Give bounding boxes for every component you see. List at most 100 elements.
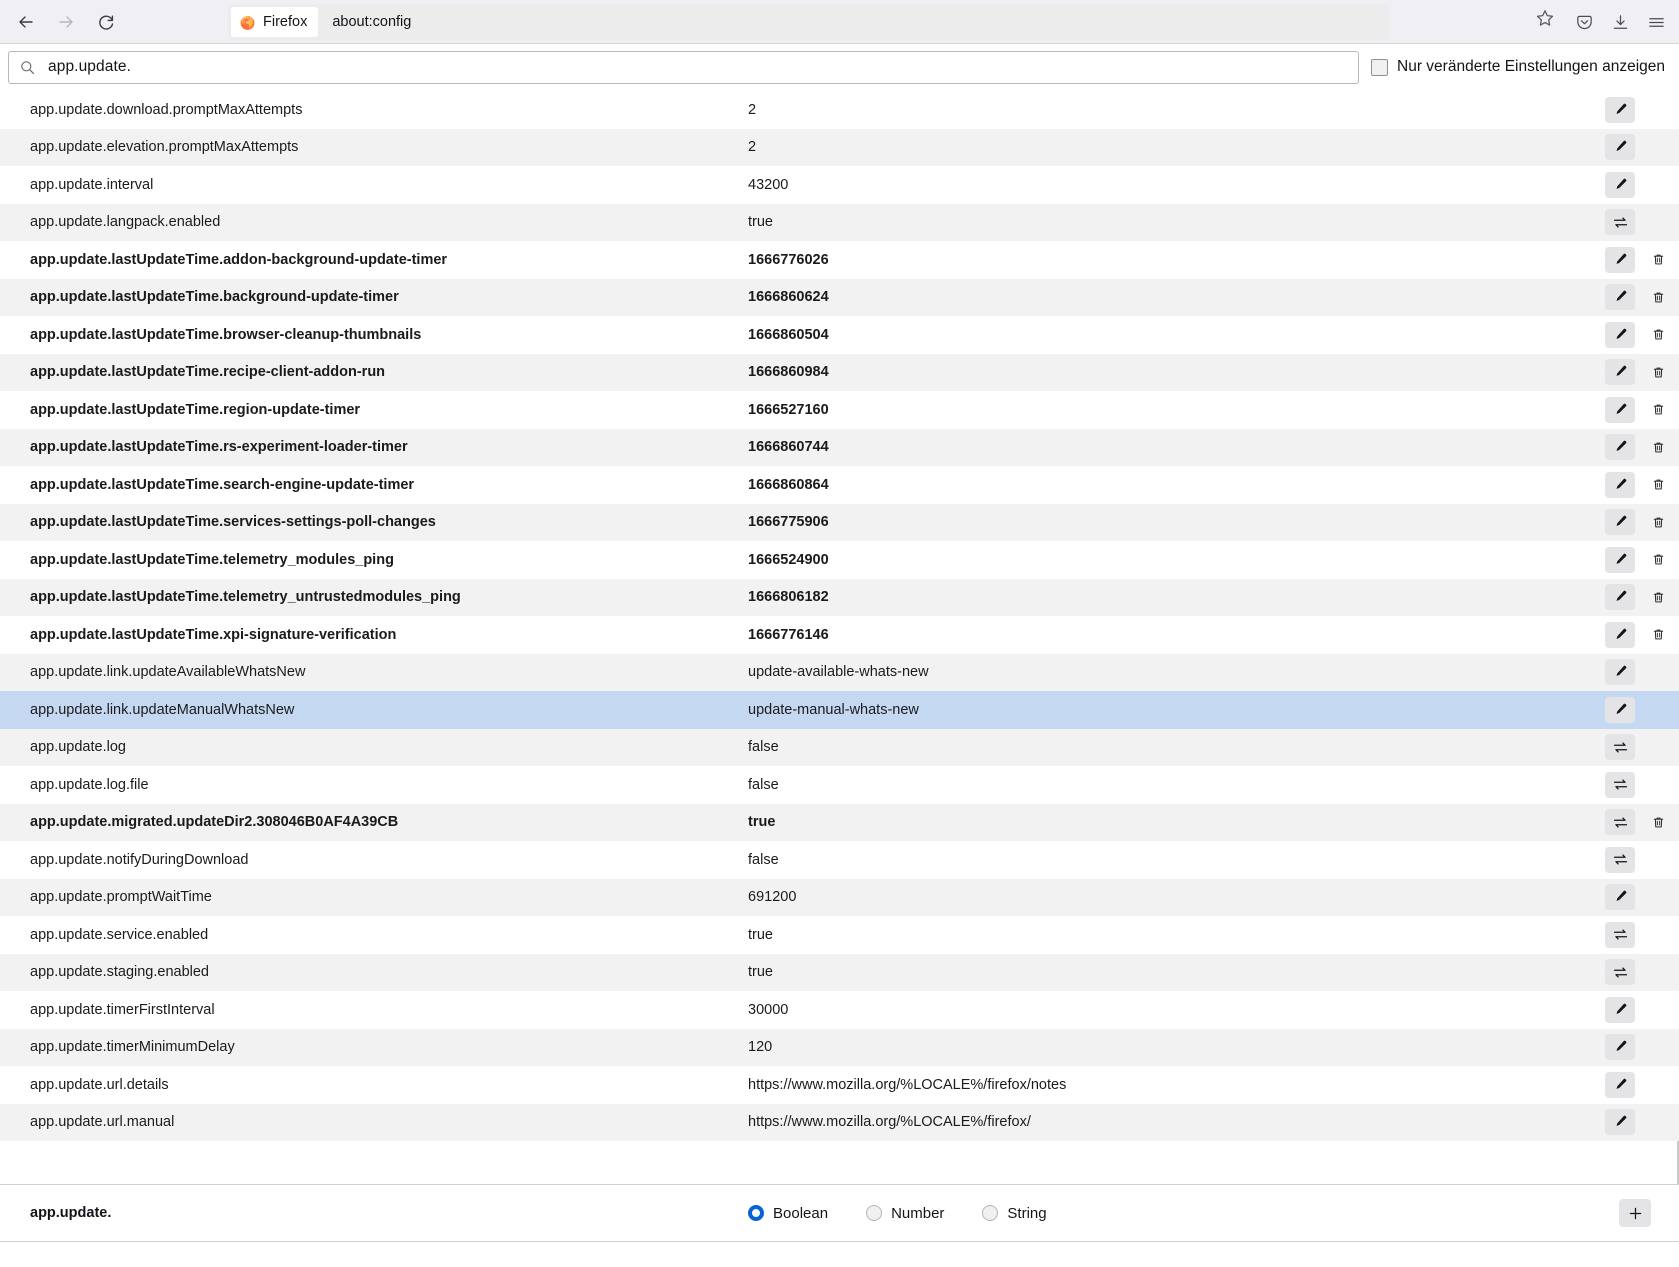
toggle-boolean-icon[interactable] (1605, 809, 1635, 836)
preference-row[interactable]: app.update.lastUpdateTime.xpi-signature-… (0, 616, 1679, 654)
preference-row[interactable]: app.update.interval 43200 (0, 166, 1679, 204)
trash-delete-icon[interactable] (1643, 284, 1673, 310)
pencil-edit-icon[interactable] (1605, 284, 1635, 311)
preference-row[interactable]: app.update.lastUpdateTime.region-update-… (0, 391, 1679, 429)
preference-value: 43200 (748, 176, 789, 193)
preference-row[interactable]: app.update.lastUpdateTime.background-upd… (0, 278, 1679, 316)
pencil-edit-icon[interactable] (1605, 1109, 1635, 1136)
toggle-boolean-icon[interactable] (1605, 771, 1635, 798)
radio-option-number[interactable]: Number (866, 1205, 944, 1222)
pencil-edit-icon[interactable] (1605, 584, 1635, 611)
preference-row[interactable]: app.update.link.updateManualWhatsNew upda… (0, 691, 1679, 729)
preference-row[interactable]: app.update.url.details https://www.mozill… (0, 1066, 1679, 1104)
new-pref-name[interactable]: app.update. (30, 1205, 748, 1221)
preference-row[interactable]: app.update.service.enabled true (0, 916, 1679, 954)
new-pref-type-radios[interactable]: Boolean Number String (748, 1205, 1047, 1222)
identity-chip[interactable]: Firefox (231, 7, 319, 37)
pencil-edit-icon[interactable] (1605, 321, 1635, 348)
trash-delete-icon[interactable] (1643, 547, 1673, 573)
toggle-boolean-icon[interactable] (1605, 959, 1635, 986)
preference-row[interactable]: app.update.staging.enabled true (0, 953, 1679, 991)
preference-row[interactable]: app.update.lastUpdateTime.addon-backgrou… (0, 241, 1679, 279)
pencil-edit-icon[interactable] (1605, 1071, 1635, 1098)
preference-row[interactable]: app.update.migrated.updateDir2.308046B0A… (0, 803, 1679, 841)
preference-row[interactable]: app.update.lastUpdateTime.telemetry_modu… (0, 541, 1679, 579)
radio-button[interactable] (866, 1205, 883, 1221)
forward-arrow-icon[interactable] (48, 5, 84, 39)
preference-row[interactable]: app.update.elevation.promptMaxAttempts 2 (0, 128, 1679, 166)
pencil-edit-icon[interactable] (1605, 659, 1635, 686)
preference-row[interactable]: app.update.download.promptMaxAttempts 2 (0, 91, 1679, 129)
radio-button[interactable] (748, 1205, 764, 1221)
preference-row[interactable]: app.update.lastUpdateTime.rs-experiment-… (0, 428, 1679, 466)
radio-option-string[interactable]: String (982, 1205, 1047, 1222)
radio-option-boolean[interactable]: Boolean (748, 1205, 828, 1222)
show-modified-only-checkbox[interactable]: Nur veränderte Einstellungen anzeigen (1371, 58, 1669, 76)
pencil-edit-icon[interactable] (1605, 471, 1635, 498)
preference-row[interactable]: app.update.timerFirstInterval 30000 (0, 991, 1679, 1029)
pencil-edit-icon[interactable] (1605, 546, 1635, 573)
preference-list[interactable]: app.update.download.promptMaxAttempts 2 ap… (0, 91, 1679, 1184)
trash-delete-icon[interactable] (1643, 622, 1673, 648)
trash-delete-icon[interactable] (1643, 472, 1673, 498)
pencil-edit-icon[interactable] (1605, 134, 1635, 161)
preference-name: app.update.lastUpdateTime.xpi-signature-… (30, 626, 397, 643)
pencil-edit-icon[interactable] (1605, 509, 1635, 536)
preference-row[interactable]: app.update.url.manual https://www.mozilla… (0, 1103, 1679, 1142)
plus-add-icon[interactable] (1619, 1199, 1651, 1227)
trash-delete-icon[interactable] (1643, 247, 1673, 273)
checkbox-box[interactable] (1371, 58, 1389, 76)
pencil-edit-icon[interactable] (1605, 884, 1635, 911)
trash-delete-icon[interactable] (1643, 509, 1673, 535)
pencil-edit-icon[interactable] (1605, 1034, 1635, 1061)
preference-row[interactable]: app.update.lastUpdateTime.recipe-client-… (0, 353, 1679, 391)
radio-label: Number (891, 1204, 945, 1222)
pencil-edit-icon[interactable] (1605, 171, 1635, 198)
url-bar[interactable]: Firefox about:config (228, 4, 1390, 40)
preference-row[interactable]: app.update.log false (0, 728, 1679, 766)
trash-delete-icon[interactable] (1643, 322, 1673, 348)
preference-value: update-manual-whats-new (748, 701, 919, 718)
preference-row[interactable]: app.update.lastUpdateTime.services-setti… (0, 503, 1679, 542)
preference-name: app.update.promptWaitTime (30, 889, 212, 906)
reload-icon[interactable] (88, 5, 124, 39)
preference-row[interactable]: app.update.lastUpdateTime.search-engine-… (0, 466, 1679, 504)
browser-toolbar: Firefox about:config (0, 0, 1679, 44)
preference-row[interactable]: app.update.promptWaitTime 691200 (0, 878, 1679, 916)
bookmark-star-icon[interactable] (1529, 3, 1561, 33)
trash-delete-icon[interactable] (1643, 584, 1673, 610)
search-input[interactable]: app.update. (8, 50, 1360, 84)
pencil-edit-icon[interactable] (1605, 246, 1635, 273)
preference-row[interactable]: app.update.lastUpdateTime.telemetry_untr… (0, 578, 1679, 616)
pencil-edit-icon[interactable] (1605, 396, 1635, 423)
pencil-edit-icon[interactable] (1605, 359, 1635, 386)
pencil-edit-icon[interactable] (1605, 996, 1635, 1023)
hamburger-menu-icon[interactable] (1639, 5, 1673, 39)
back-arrow-icon[interactable] (8, 5, 44, 39)
toggle-boolean-icon[interactable] (1605, 734, 1635, 761)
pencil-edit-icon[interactable] (1605, 621, 1635, 648)
pencil-edit-icon[interactable] (1605, 696, 1635, 723)
pencil-edit-icon[interactable] (1605, 96, 1635, 123)
preference-row[interactable]: app.update.link.updateAvailableWhatsNew u… (0, 653, 1679, 691)
row-actions (1605, 1104, 1673, 1142)
row-actions (1605, 466, 1673, 504)
preference-row[interactable]: app.update.lastUpdateTime.browser-cleanu… (0, 316, 1679, 354)
preference-row[interactable]: app.update.timerMinimumDelay 120 (0, 1028, 1679, 1066)
preference-row[interactable]: app.update.notifyDuringDownload false (0, 841, 1679, 879)
preference-row[interactable]: app.update.langpack.enabled true (0, 203, 1679, 241)
preference-row[interactable]: app.update.log.file false (0, 766, 1679, 804)
toggle-boolean-icon[interactable] (1605, 209, 1635, 236)
pencil-edit-icon[interactable] (1605, 434, 1635, 461)
pocket-icon[interactable] (1567, 5, 1601, 39)
trash-delete-icon[interactable] (1643, 359, 1673, 385)
trash-delete-icon[interactable] (1643, 397, 1673, 423)
toggle-boolean-icon[interactable] (1605, 846, 1635, 873)
toggle-boolean-icon[interactable] (1605, 921, 1635, 948)
trash-delete-icon[interactable] (1643, 809, 1673, 835)
row-actions (1605, 1066, 1673, 1104)
radio-button[interactable] (982, 1205, 999, 1221)
trash-delete-icon[interactable] (1643, 434, 1673, 460)
row-actions (1605, 504, 1673, 542)
downloads-icon[interactable] (1603, 5, 1637, 39)
